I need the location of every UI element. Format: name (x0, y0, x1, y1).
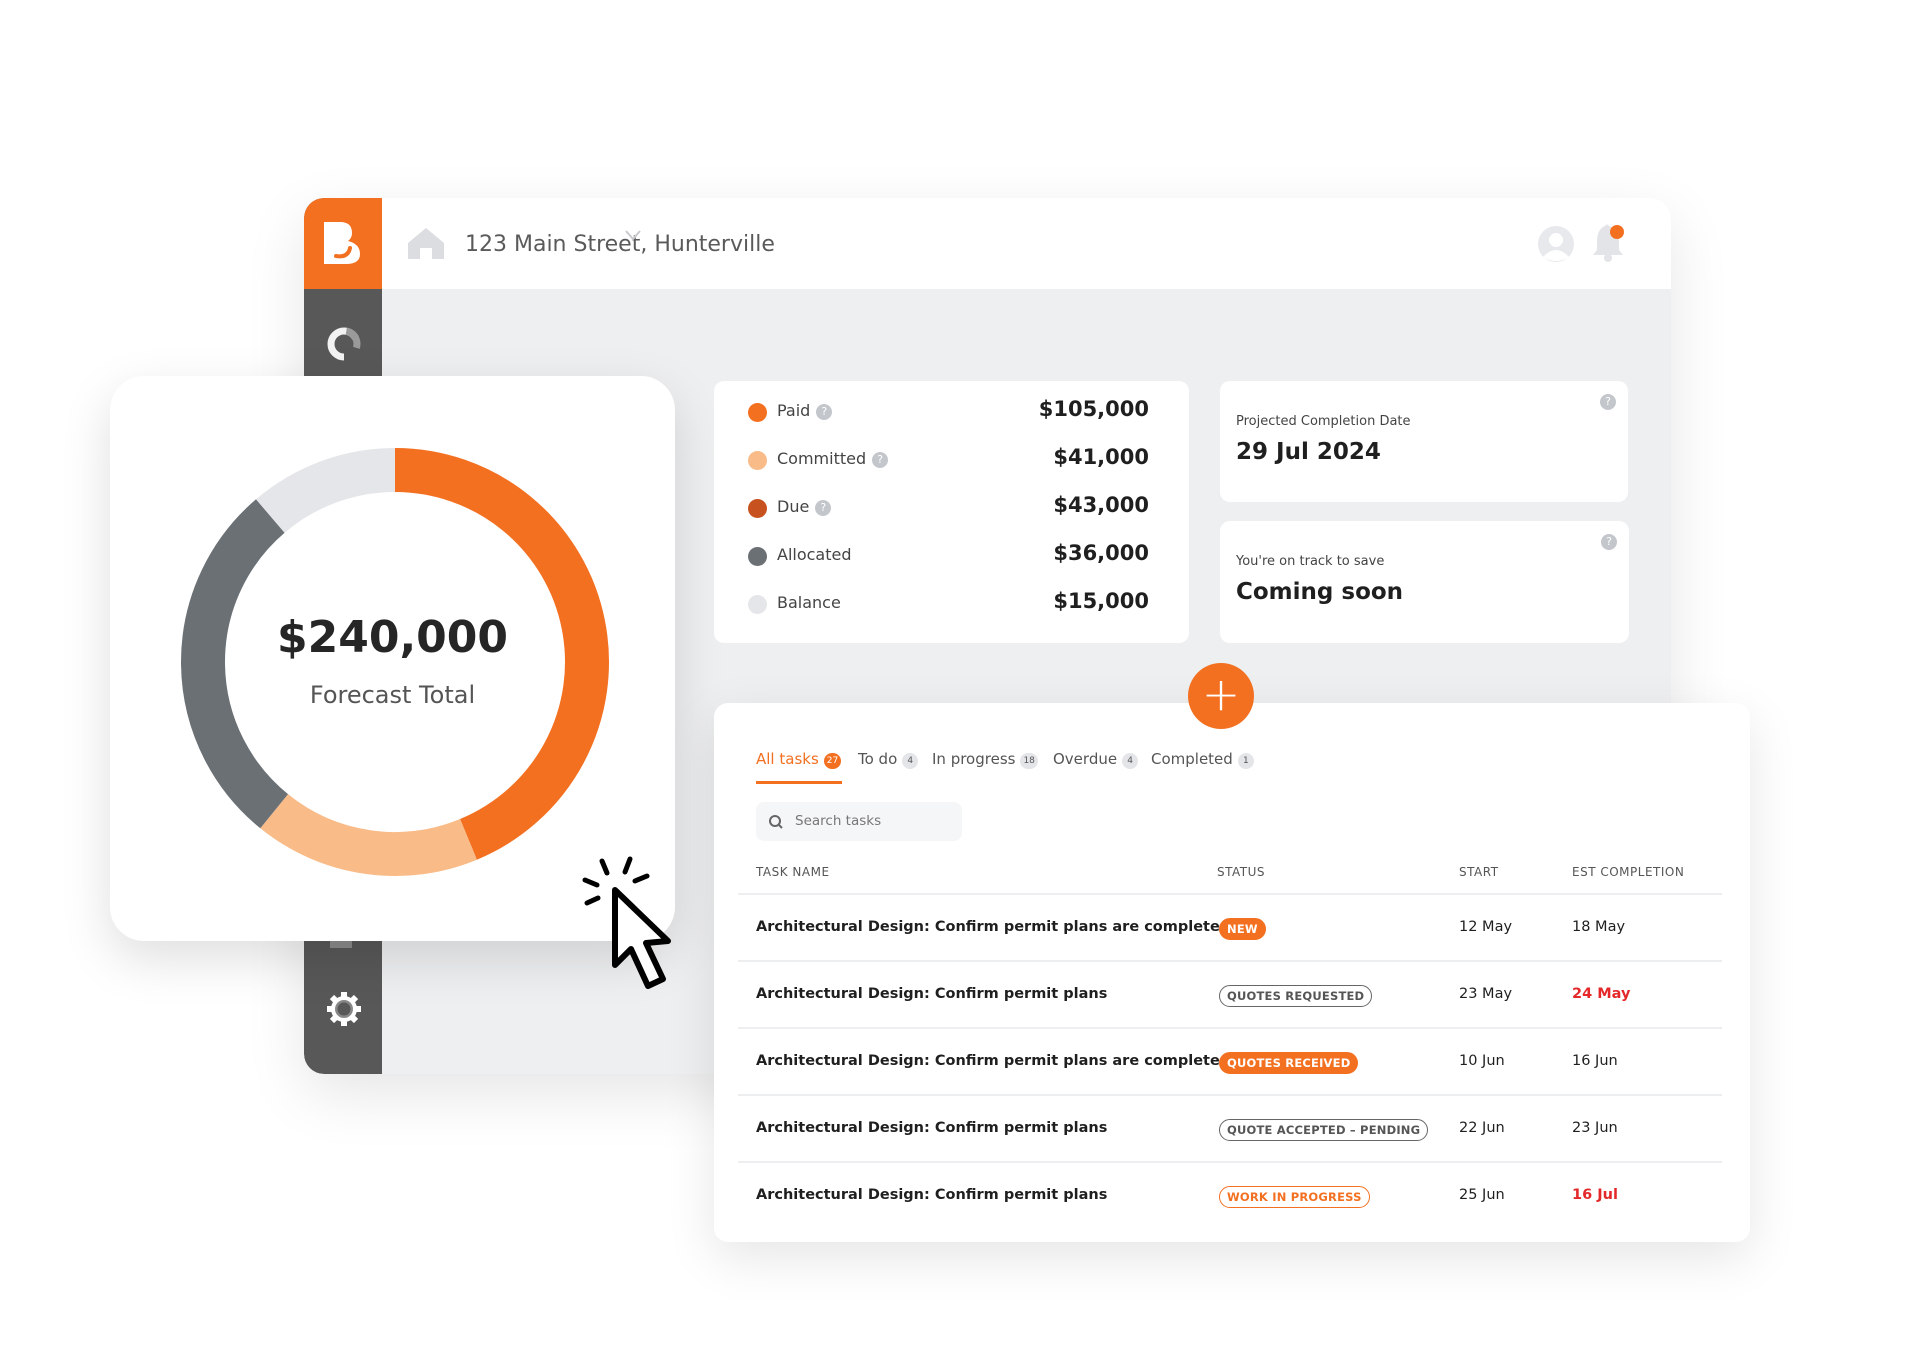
legend-label: Paid? (777, 401, 833, 420)
settings-gear-icon[interactable] (325, 990, 363, 1028)
help-icon[interactable]: ? (1601, 534, 1617, 550)
logo[interactable] (304, 198, 382, 289)
start-date: 22 Jun (1459, 1120, 1505, 1136)
savings-card: You're on track to save Coming soon ? (1220, 521, 1629, 643)
tab-count-badge: 4 (1122, 753, 1139, 769)
tab-label: All tasks (756, 750, 819, 768)
home-icon[interactable] (406, 226, 446, 260)
search-placeholder: Search tasks (795, 813, 882, 829)
legend-value: $105,000 (1038, 397, 1149, 421)
donut-segment-allocated[interactable] (181, 499, 289, 829)
help-icon[interactable]: ? (815, 500, 832, 516)
legend-dot (748, 595, 767, 614)
tab-all-tasks[interactable]: All tasks 27 (756, 750, 842, 769)
cursor-click-icon (582, 856, 671, 989)
tab-count-badge: 1 (1237, 753, 1254, 769)
budget-legend-card: Paid? $105,000 Committed? $41,000 Due? $… (714, 381, 1189, 643)
col-header-status[interactable]: STATUS (1217, 865, 1265, 879)
legend-row-balance: Balance $15,000 (714, 589, 1189, 619)
donut-segment-committed[interactable] (260, 793, 477, 876)
start-date: 25 Jun (1459, 1187, 1505, 1203)
status-badge: NEW (1219, 918, 1266, 940)
forecast-label: Forecast Total (309, 681, 476, 709)
tab-label: Overdue (1053, 750, 1118, 768)
user-avatar-icon[interactable] (1537, 225, 1575, 263)
help-icon[interactable]: ? (872, 452, 889, 468)
tab-to-do[interactable]: To do 4 (858, 750, 919, 769)
tab-count-badge: 27 (823, 753, 842, 769)
projected-completion-card: Projected Completion Date 29 Jul 2024 ? (1220, 381, 1628, 502)
legend-row-due: Due? $43,000 (714, 493, 1189, 523)
legend-value: $15,000 (1053, 589, 1149, 613)
start-date: 10 Jun (1459, 1053, 1505, 1069)
est-completion-date: 16 Jul (1572, 1187, 1618, 1203)
col-header-start[interactable]: START (1459, 865, 1499, 879)
legend-label: Committed? (777, 449, 889, 468)
status-badge: WORK IN PROGRESS (1219, 1186, 1370, 1208)
status-badge: QUOTE ACCEPTED – PENDING (1219, 1119, 1429, 1141)
task-name[interactable]: Architectural Design: Confirm permit pla… (756, 919, 1220, 935)
task-name[interactable]: Architectural Design: Confirm permit pla… (756, 1120, 1107, 1136)
col-header-task[interactable]: TASK NAME (756, 865, 830, 879)
legend-row-committed: Committed? $41,000 (714, 445, 1189, 475)
projected-date: 29 Jul 2024 (1236, 439, 1381, 465)
row-divider (738, 960, 1722, 962)
legend-label: Balance (777, 593, 841, 612)
header: 123 Main Street, Hunterville (304, 198, 1671, 289)
tab-label: In progress (932, 750, 1016, 768)
chevron-down-icon[interactable] (624, 228, 642, 242)
notification-dot (1610, 225, 1624, 239)
legend-dot (748, 547, 767, 566)
task-name[interactable]: Architectural Design: Confirm permit pla… (756, 986, 1107, 1002)
budget-donut-icon[interactable] (325, 325, 363, 363)
legend-label: Allocated (777, 545, 852, 564)
active-tab-underline (756, 781, 842, 784)
task-name[interactable]: Architectural Design: Confirm permit pla… (756, 1187, 1107, 1203)
legend-label: Due? (777, 497, 832, 516)
task-name[interactable]: Architectural Design: Confirm permit pla… (756, 1053, 1220, 1069)
row-divider (738, 1027, 1722, 1029)
legend-dot (748, 403, 767, 422)
legend-row-paid: Paid? $105,000 (714, 397, 1189, 427)
help-icon[interactable]: ? (816, 404, 833, 420)
forecast-total: $240,000 (276, 612, 509, 663)
tab-label: To do (858, 750, 898, 768)
tab-label: Completed (1151, 750, 1233, 768)
est-completion-date: 18 May (1572, 919, 1626, 935)
tab-count-badge: 18 (1020, 753, 1038, 769)
est-completion-date: 24 May (1572, 986, 1631, 1002)
search-input[interactable]: Search tasks (756, 802, 962, 841)
search-icon (769, 815, 783, 829)
legend-dot (748, 499, 767, 518)
est-completion-date: 16 Jun (1572, 1053, 1618, 1069)
add-button[interactable]: + (1188, 663, 1254, 729)
savings-label: You're on track to save (1236, 554, 1385, 569)
status-badge: QUOTES REQUESTED (1219, 985, 1373, 1007)
start-date: 23 May (1459, 986, 1513, 1002)
tab-overdue[interactable]: Overdue 4 (1053, 750, 1139, 769)
legend-dot (748, 451, 767, 470)
projected-label: Projected Completion Date (1236, 414, 1411, 429)
tab-completed[interactable]: Completed 1 (1151, 750, 1254, 769)
status-badge: QUOTES RECEIVED (1219, 1052, 1359, 1074)
col-header-est-completion[interactable]: EST COMPLETION (1572, 865, 1684, 879)
est-completion-date: 23 Jun (1572, 1120, 1618, 1136)
bell-icon[interactable] (1589, 222, 1629, 264)
row-divider (738, 1161, 1722, 1163)
legend-value: $41,000 (1053, 445, 1149, 469)
legend-value: $43,000 (1053, 493, 1149, 517)
row-divider (738, 1094, 1722, 1096)
row-divider (738, 893, 1722, 895)
tab-count-badge: 4 (902, 753, 919, 769)
tab-in-progress[interactable]: In progress 18 (932, 750, 1038, 769)
start-date: 12 May (1459, 919, 1513, 935)
legend-row-allocated: Allocated $36,000 (714, 541, 1189, 571)
legend-value: $36,000 (1053, 541, 1149, 565)
donut-segment-balance[interactable] (256, 448, 396, 534)
help-icon[interactable]: ? (1600, 394, 1616, 410)
savings-value: Coming soon (1236, 579, 1404, 605)
project-address[interactable]: 123 Main Street, Hunterville (465, 232, 775, 257)
